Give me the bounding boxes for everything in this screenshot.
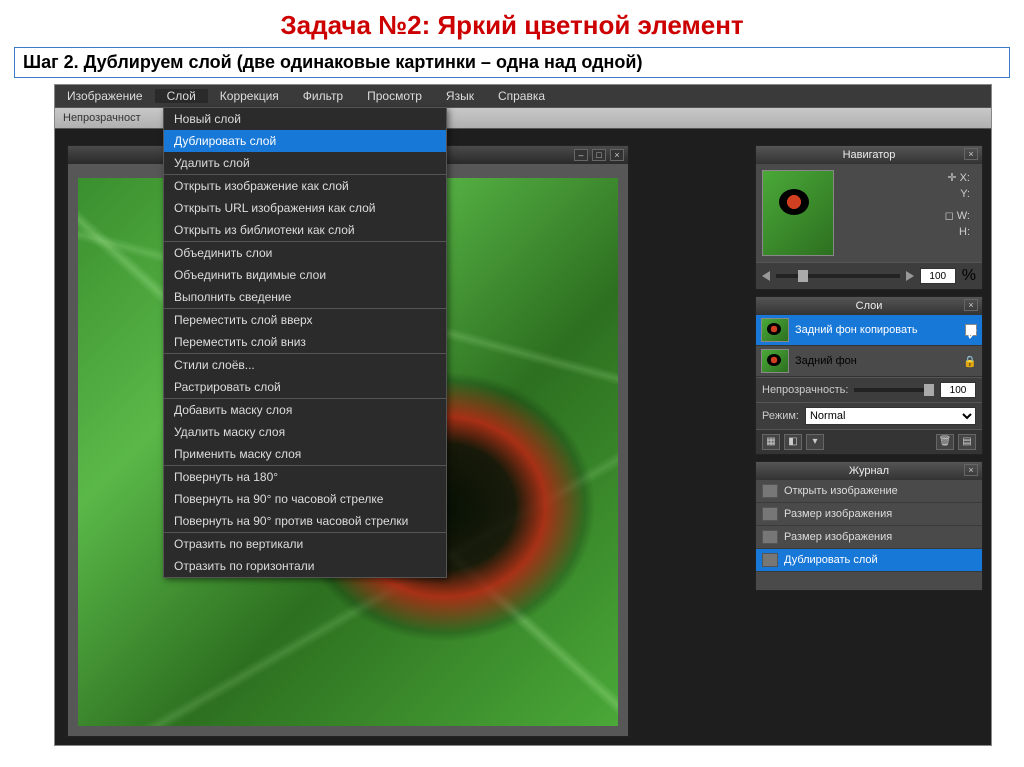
menu-duplicate-layer[interactable]: Дублировать слой bbox=[164, 130, 446, 152]
layers-panel: Слои× Задний фон копировать ✓ Задний фон… bbox=[755, 296, 983, 455]
history-item[interactable]: Дублировать слой bbox=[756, 549, 982, 572]
layer-thumbnail bbox=[761, 349, 789, 373]
layer-opacity-label: Непрозрачность: bbox=[762, 384, 848, 396]
navigator-info: ✛ X: Y: ◻ W: H: bbox=[842, 170, 976, 256]
menu-rotate-180[interactable]: Повернуть на 180° bbox=[164, 466, 446, 488]
history-item[interactable]: Размер изображения bbox=[756, 526, 982, 549]
new-layer-button[interactable]: ▦ bbox=[762, 434, 780, 450]
menu-open-image-as-layer[interactable]: Открыть изображение как слой bbox=[164, 175, 446, 197]
layer-opacity-row: Непрозрачность: bbox=[756, 377, 982, 402]
layer-name: Задний фон bbox=[795, 355, 957, 367]
menu-delete-layer-mask[interactable]: Удалить маску слоя bbox=[164, 421, 446, 443]
close-icon[interactable]: × bbox=[610, 149, 624, 161]
zoom-in-icon[interactable] bbox=[906, 271, 914, 281]
menu-add-layer-mask[interactable]: Добавить маску слоя bbox=[164, 399, 446, 421]
menu-image[interactable]: Изображение bbox=[55, 89, 155, 103]
menu-layer[interactable]: Слой bbox=[155, 89, 208, 103]
layer-opacity-slider[interactable] bbox=[854, 388, 934, 392]
opacity-label: Непрозрачност bbox=[63, 112, 141, 124]
down-button[interactable]: ▾ bbox=[806, 434, 824, 450]
zoom-percent-label: % bbox=[962, 267, 976, 285]
menu-merge-layers[interactable]: Объединить слои bbox=[164, 242, 446, 264]
history-panel: Журнал× Открыть изображение Размер изобр… bbox=[755, 461, 983, 591]
layer-opacity-input[interactable] bbox=[940, 382, 976, 398]
menu-move-layer-up[interactable]: Переместить слой вверх bbox=[164, 309, 446, 331]
menu-view[interactable]: Просмотр bbox=[355, 89, 434, 103]
menu-apply-layer-mask[interactable]: Применить маску слоя bbox=[164, 443, 446, 465]
layer-visibility-checkbox[interactable]: ✓ bbox=[965, 324, 977, 336]
layer-menu-dropdown: Новый слой Дублировать слой Удалить слой… bbox=[163, 107, 447, 578]
minimize-icon[interactable]: – bbox=[574, 149, 588, 161]
history-icon bbox=[762, 553, 778, 567]
menu-open-library-as-layer[interactable]: Открыть из библиотеки как слой bbox=[164, 219, 446, 241]
zoom-value-input[interactable] bbox=[920, 268, 956, 284]
blend-mode-row: Режим: Normal bbox=[756, 402, 982, 429]
menu-rasterize-layer[interactable]: Растрировать слой bbox=[164, 376, 446, 398]
layer-row[interactable]: Задний фон 🔒 bbox=[756, 346, 982, 377]
menu-flatten[interactable]: Выполнить сведение bbox=[164, 286, 446, 308]
menu-rotate-90cw[interactable]: Повернуть на 90° по часовой стрелке bbox=[164, 488, 446, 510]
zoom-out-icon[interactable] bbox=[762, 271, 770, 281]
menu-new-layer[interactable]: Новый слой bbox=[164, 108, 446, 130]
layer-row[interactable]: Задний фон копировать ✓ bbox=[756, 315, 982, 346]
layer-settings-button[interactable]: ▤ bbox=[958, 434, 976, 450]
close-icon[interactable]: × bbox=[964, 148, 978, 160]
menu-language[interactable]: Язык bbox=[434, 89, 486, 103]
menu-move-layer-down[interactable]: Переместить слой вниз bbox=[164, 331, 446, 353]
history-list: Открыть изображение Размер изображения Р… bbox=[756, 480, 982, 590]
menu-bar: Изображение Слой Коррекция Фильтр Просмо… bbox=[55, 85, 991, 107]
close-icon[interactable]: × bbox=[964, 299, 978, 311]
app-window: Изображение Слой Коррекция Фильтр Просмо… bbox=[54, 84, 992, 746]
layers-title: Слои× bbox=[756, 297, 982, 315]
navigator-title: Навигатор× bbox=[756, 146, 982, 164]
zoom-slider-row: % bbox=[756, 262, 982, 289]
history-icon bbox=[762, 507, 778, 521]
history-title: Журнал× bbox=[756, 462, 982, 480]
layer-thumbnail bbox=[761, 318, 789, 342]
blend-mode-label: Режим: bbox=[762, 410, 799, 422]
menu-layer-styles[interactable]: Стили слоёв... bbox=[164, 354, 446, 376]
delete-layer-button[interactable]: 🗑 bbox=[936, 434, 954, 450]
history-item[interactable]: Размер изображения bbox=[756, 503, 982, 526]
close-icon[interactable]: × bbox=[964, 464, 978, 476]
step-description: Шаг 2. Дублируем слой (две одинаковые ка… bbox=[14, 47, 1010, 78]
history-item[interactable]: Открыть изображение bbox=[756, 480, 982, 503]
history-icon bbox=[762, 484, 778, 498]
menu-delete-layer[interactable]: Удалить слой bbox=[164, 152, 446, 174]
maximize-icon[interactable]: □ bbox=[592, 149, 606, 161]
menu-merge-visible[interactable]: Объединить видимые слои bbox=[164, 264, 446, 286]
menu-open-url-as-layer[interactable]: Открыть URL изображения как слой bbox=[164, 197, 446, 219]
menu-flip-horizontal[interactable]: Отразить по горизонтали bbox=[164, 555, 446, 577]
menu-rotate-90ccw[interactable]: Повернуть на 90° против часовой стрелки bbox=[164, 510, 446, 532]
layer-name: Задний фон копировать bbox=[795, 324, 959, 336]
zoom-slider[interactable] bbox=[776, 274, 900, 278]
layers-button-bar: ▦ ◧ ▾ 🗑 ▤ bbox=[756, 429, 982, 454]
history-icon bbox=[762, 530, 778, 544]
menu-flip-vertical[interactable]: Отразить по вертикали bbox=[164, 533, 446, 555]
menu-help[interactable]: Справка bbox=[486, 89, 557, 103]
layer-mask-button[interactable]: ◧ bbox=[784, 434, 802, 450]
lock-icon: 🔒 bbox=[963, 355, 977, 368]
menu-filter[interactable]: Фильтр bbox=[291, 89, 355, 103]
menu-correction[interactable]: Коррекция bbox=[208, 89, 291, 103]
panels-column: Навигатор× ✛ X: Y: ◻ W: H: % Слои× bbox=[755, 145, 983, 591]
slide-title: Задача №2: Яркий цветной элемент bbox=[0, 0, 1024, 41]
navigator-thumbnail[interactable] bbox=[762, 170, 834, 256]
navigator-panel: Навигатор× ✛ X: Y: ◻ W: H: % bbox=[755, 145, 983, 290]
blend-mode-select[interactable]: Normal bbox=[805, 407, 976, 425]
